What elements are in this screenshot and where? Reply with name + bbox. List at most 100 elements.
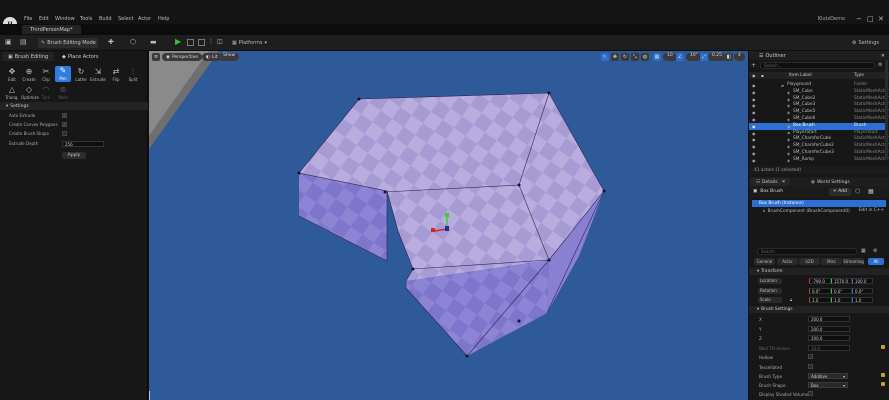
world-local-icon[interactable]: ◍ xyxy=(641,53,649,61)
close-icon[interactable]: ✕ xyxy=(782,180,786,185)
rotate-icon[interactable]: ↻ xyxy=(621,53,629,61)
add-component-button[interactable]: + Add xyxy=(829,188,851,196)
scale-icon[interactable]: ⤡ xyxy=(631,53,639,61)
visibility-icon[interactable]: ◉ xyxy=(752,110,756,115)
extrude-depth-input[interactable]: 256 xyxy=(62,141,104,147)
visibility-icon[interactable]: ◉ xyxy=(752,103,756,108)
menu-build[interactable]: Build xyxy=(99,16,112,23)
outliner-tab[interactable]: ☰ Outliner ✕ xyxy=(749,51,889,60)
filter-all[interactable]: All xyxy=(868,258,884,265)
step-button[interactable] xyxy=(187,39,194,46)
component-root[interactable]: Box Brush (Instance) xyxy=(752,200,886,207)
apply-button[interactable]: Apply xyxy=(62,152,86,159)
brush-y-input[interactable]: 200.0 xyxy=(808,326,850,332)
brush-z-input[interactable]: 200.0 xyxy=(808,335,850,341)
tab-world-settings[interactable]: ◍ World Settings xyxy=(806,178,855,186)
blueprint-icon[interactable]: ⬡ xyxy=(130,38,136,48)
rotation-snap-icon[interactable]: ∠ xyxy=(676,53,684,61)
menu-edit[interactable]: Edit xyxy=(39,16,49,23)
show-button[interactable]: Show xyxy=(219,53,240,61)
scale-snap-icon[interactable]: ⤢ xyxy=(700,53,708,61)
lock-icon[interactable]: 🔒︎ xyxy=(790,297,792,302)
visibility-icon[interactable]: ◉ xyxy=(752,117,756,122)
scale-mode[interactable]: Scale xyxy=(758,297,782,303)
perspective-button[interactable]: ◉ Perspective xyxy=(162,53,202,61)
mode-selector[interactable]: ✎ Brush Editing Mode xyxy=(38,38,98,48)
tool-pen[interactable]: ✎ Pen xyxy=(55,66,71,82)
settings-icon[interactable]: ⚙ xyxy=(873,248,877,254)
tab-brush-editing[interactable]: ▣ Brush Editing xyxy=(2,52,55,61)
outliner-search-input[interactable]: Search... xyxy=(760,62,875,69)
details-search-input[interactable]: Search xyxy=(757,248,857,255)
maximize-icon[interactable]: □ xyxy=(867,15,874,23)
filter-misc[interactable]: Misc xyxy=(821,258,842,265)
tab-place-actors[interactable]: ◆ Place Actors xyxy=(56,52,105,61)
scale-snap-value[interactable]: 0.25 xyxy=(708,53,727,61)
location-y[interactable]: 1570.0 xyxy=(831,278,852,284)
visibility-icon[interactable]: ◉ xyxy=(752,90,756,95)
grid-snap-value[interactable]: 10 xyxy=(663,53,677,61)
rotation-mode[interactable]: Rotation xyxy=(758,288,782,294)
settings-button[interactable]: ⚙ Settings xyxy=(852,38,879,48)
tessellated-checkbox[interactable] xyxy=(808,364,813,369)
close-icon[interactable]: ✕ xyxy=(881,53,885,59)
scale-z[interactable]: 1.0 xyxy=(852,297,873,303)
rotation-z[interactable]: 0.0° xyxy=(852,288,873,294)
settings-section-header[interactable]: ▾ Settings xyxy=(0,102,148,110)
filter-icon[interactable]: ⚙ xyxy=(878,62,882,68)
visibility-icon[interactable]: ◉ xyxy=(752,97,756,102)
filter-streaming[interactable]: Streaming xyxy=(843,258,864,265)
display-shaded-volume-checkbox[interactable] xyxy=(808,391,813,396)
brush-settings-section-header[interactable]: ▾ Brush Settings xyxy=(749,306,889,313)
brush-shape-dropdown[interactable]: Box ▾ xyxy=(808,382,848,388)
tool-flip[interactable]: ⇄ Flip xyxy=(108,67,124,91)
wall-thickness-input[interactable]: 10.0 xyxy=(808,345,850,351)
filter-general[interactable]: General xyxy=(754,258,775,265)
rotation-x[interactable]: 0.0° xyxy=(809,288,831,294)
visibility-icon[interactable]: ◉ xyxy=(752,83,756,88)
viewport-menu-icon[interactable]: ≡ xyxy=(152,53,160,61)
level-viewport[interactable] xyxy=(149,51,748,400)
col-item-label[interactable]: Item Label xyxy=(789,73,812,78)
launch-icon[interactable]: ◫ xyxy=(217,38,223,48)
platforms-button[interactable]: ▦ Platforms ▾ xyxy=(232,38,267,48)
add-filter-icon[interactable]: + xyxy=(751,62,756,69)
cinematics-icon[interactable]: ▬ xyxy=(150,38,157,48)
close-icon[interactable]: ✕ xyxy=(878,15,884,23)
content-browser-icon[interactable]: ▤ xyxy=(20,38,27,48)
reset-to-default-icon[interactable] xyxy=(881,345,885,349)
filter-lod[interactable]: LOD xyxy=(799,258,820,265)
location-z[interactable]: 100.0 xyxy=(852,278,873,284)
location-mode[interactable]: Location xyxy=(758,278,782,284)
brush-x-input[interactable]: 200.0 xyxy=(808,316,850,322)
scale-y[interactable]: 1.0 xyxy=(831,297,852,303)
save-icon[interactable]: ▣ xyxy=(5,38,12,48)
location-x[interactable]: -790.0 xyxy=(809,278,831,284)
col-type[interactable]: Type xyxy=(854,73,864,78)
visibility-icon[interactable]: ◉ xyxy=(752,151,756,156)
translate-icon[interactable]: ✥ xyxy=(611,53,619,61)
visibility-icon[interactable]: ◉ xyxy=(752,144,756,149)
menu-tools[interactable]: Tools xyxy=(80,16,92,23)
hollow-checkbox[interactable] xyxy=(808,354,813,359)
menu-window[interactable]: Window xyxy=(55,16,75,23)
play-button[interactable]: ▶ xyxy=(175,37,181,46)
minimize-icon[interactable]: − xyxy=(856,15,862,23)
edit-in-cpp-link[interactable]: Edit in C++ xyxy=(859,208,884,213)
visibility-icon[interactable]: ◉ xyxy=(752,131,756,136)
outliner-scrollbar[interactable] xyxy=(885,60,888,160)
level-tab[interactable]: ThirdPersonMap* xyxy=(22,25,81,34)
menu-file[interactable]: File xyxy=(24,16,32,23)
create-convex-checkbox[interactable] xyxy=(62,122,67,127)
grid-snap-icon[interactable]: ▦ xyxy=(653,53,661,61)
add-actor-icon[interactable]: ✚ xyxy=(108,38,114,48)
camera-speed-icon[interactable]: ◧ xyxy=(725,53,733,61)
auto-extrude-checkbox[interactable] xyxy=(62,113,67,118)
menu-select[interactable]: Select xyxy=(118,16,133,23)
brush-type-dropdown[interactable]: Additive ▾ xyxy=(808,373,848,379)
scale-x[interactable]: 1.0 xyxy=(809,297,831,303)
tool-extrude[interactable]: ⇲ Extrude xyxy=(90,67,106,91)
create-brush-shape-checkbox[interactable] xyxy=(62,131,67,136)
menu-actor[interactable]: Actor xyxy=(138,16,151,23)
tab-details[interactable]: ☷ Details ✕ xyxy=(751,178,791,186)
